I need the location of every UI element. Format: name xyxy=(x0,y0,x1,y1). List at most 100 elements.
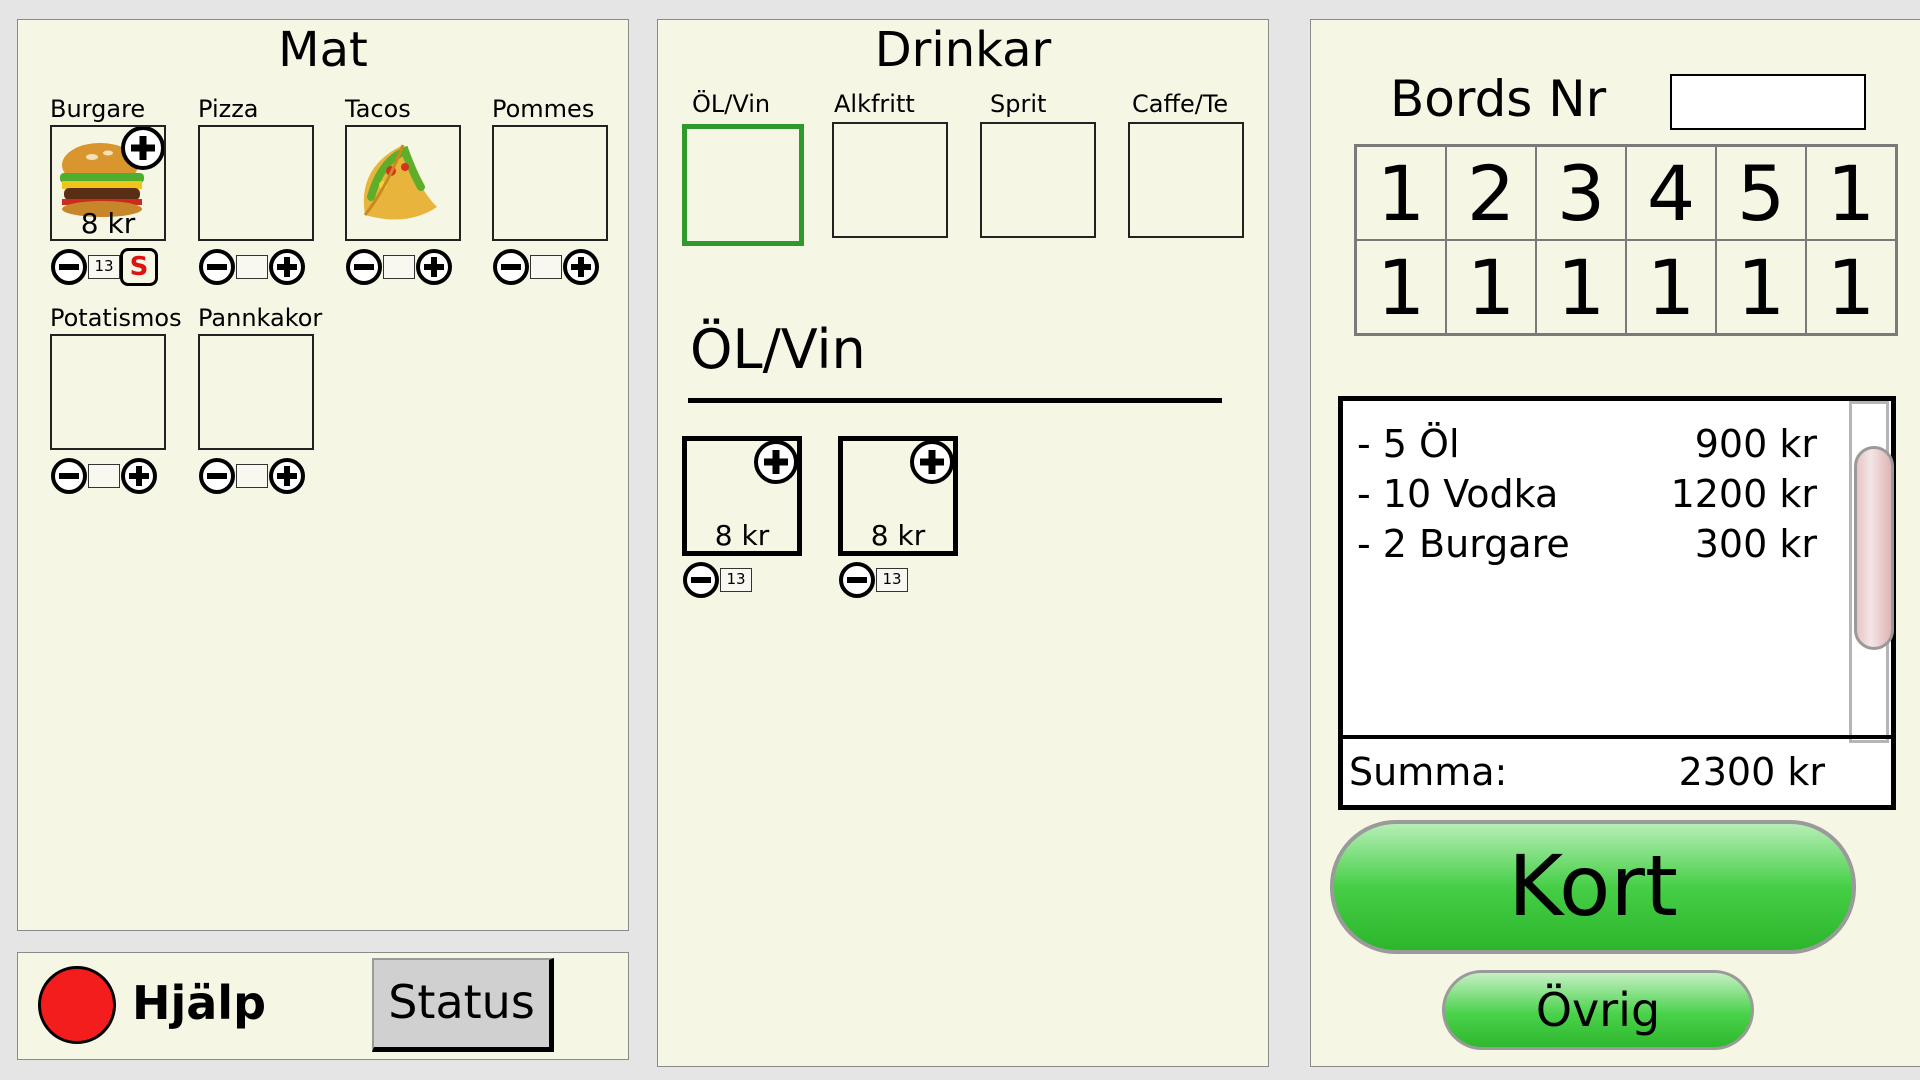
table-number-grid: 1 2 3 4 5 1 1 1 1 1 1 1 xyxy=(1354,144,1898,336)
category-button[interactable] xyxy=(980,122,1096,238)
food-item-burgare: Burgare 8 kr 13 S xyxy=(50,95,200,295)
table-number-button[interactable]: 4 xyxy=(1626,146,1716,240)
order-line-amount: 900 kr xyxy=(1694,422,1817,466)
food-item-button[interactable] xyxy=(198,334,314,450)
plus-circle-icon[interactable] xyxy=(268,457,306,495)
status-button[interactable]: Status xyxy=(372,958,554,1052)
quantity-field[interactable] xyxy=(236,464,268,488)
quantity-field[interactable]: 13 xyxy=(720,568,752,592)
food-title: Mat xyxy=(278,22,368,78)
quantity-field[interactable]: 13 xyxy=(876,568,908,592)
item-controls xyxy=(345,247,453,287)
drink-category-sprit: Sprit xyxy=(980,90,1130,250)
minus-circle-icon[interactable] xyxy=(50,457,88,495)
table-number-button[interactable]: 1 xyxy=(1446,240,1536,334)
food-item-pizza: Pizza xyxy=(198,95,348,295)
table-number-button[interactable]: 1 xyxy=(1716,240,1806,334)
item-label: Pizza xyxy=(198,95,259,123)
category-button[interactable] xyxy=(832,122,948,238)
plus-circle-icon[interactable] xyxy=(120,457,158,495)
table-number-button[interactable]: 1 xyxy=(1806,240,1896,334)
drink-item-button[interactable]: 8 kr xyxy=(838,436,958,556)
minus-circle-icon[interactable] xyxy=(198,248,236,286)
item-price: 8 kr xyxy=(714,519,770,552)
food-item-button[interactable] xyxy=(198,125,314,241)
table-number-button[interactable]: 1 xyxy=(1356,240,1446,334)
item-controls xyxy=(198,456,306,496)
quantity-field[interactable] xyxy=(236,255,268,279)
food-item-button[interactable] xyxy=(492,125,608,241)
minus-circle-icon[interactable] xyxy=(492,248,530,286)
plus-circle-icon[interactable] xyxy=(120,125,166,171)
order-line[interactable]: - 2 Burgare 300 kr xyxy=(1357,519,1817,569)
item-label: Pannkakor xyxy=(198,304,323,332)
category-button-selected[interactable] xyxy=(682,124,804,246)
drink-category-caffe-te: Caffe/Te xyxy=(1128,90,1278,250)
taco-image xyxy=(363,144,437,220)
order-scrollbar[interactable] xyxy=(1849,401,1894,743)
order-line-name: - 10 Vodka xyxy=(1357,472,1559,516)
total-label: Summa: xyxy=(1349,750,1508,794)
food-item-button[interactable]: 8 kr xyxy=(50,125,166,241)
order-total-row: Summa: 2300 kr xyxy=(1343,735,1891,805)
order-line-name: - 2 Burgare xyxy=(1357,522,1570,566)
total-value: 2300 kr xyxy=(1678,750,1825,794)
order-list: - 5 Öl 900 kr - 10 Vodka 1200 kr - 2 Bur… xyxy=(1338,396,1896,810)
item-label: Pommes xyxy=(492,95,595,123)
table-number-button[interactable]: 5 xyxy=(1716,146,1806,240)
drink-category-alkfritt: Alkfritt xyxy=(832,90,982,250)
table-number-label: Bords Nr xyxy=(1390,70,1607,128)
food-item-pannkakor: Pannkakor xyxy=(198,304,348,504)
help-indicator[interactable] xyxy=(38,966,116,1044)
table-number-button[interactable]: 1 xyxy=(1356,146,1446,240)
section-heading: ÖL/Vin xyxy=(690,318,866,381)
quantity-field[interactable] xyxy=(383,255,415,279)
minus-circle-icon[interactable] xyxy=(682,561,720,599)
drink-item-button[interactable]: 8 kr xyxy=(682,436,802,556)
food-item-pommes: Pommes xyxy=(492,95,642,295)
category-label: Alkfritt xyxy=(834,90,915,118)
order-line[interactable]: - 5 Öl 900 kr xyxy=(1357,419,1817,469)
order-lines: - 5 Öl 900 kr - 10 Vodka 1200 kr - 2 Bur… xyxy=(1357,419,1817,569)
other-payment-button[interactable]: Övrig xyxy=(1442,970,1754,1050)
order-line-amount: 300 kr xyxy=(1694,522,1817,566)
plus-circle-icon[interactable] xyxy=(415,248,453,286)
table-number-button[interactable]: 3 xyxy=(1536,146,1626,240)
table-number-button[interactable]: 2 xyxy=(1446,146,1536,240)
drink-category-ol-vin: ÖL/Vin xyxy=(682,90,832,250)
order-line-name: - 5 Öl xyxy=(1357,422,1460,466)
drinks-title: Drinkar xyxy=(874,22,1052,78)
minus-circle-icon[interactable] xyxy=(838,561,876,599)
food-item-tacos: Tacos xyxy=(345,95,495,295)
item-label: Potatismos xyxy=(50,304,182,332)
minus-circle-icon[interactable] xyxy=(198,457,236,495)
minus-circle-icon[interactable] xyxy=(50,248,88,286)
table-number-button[interactable]: 1 xyxy=(1806,146,1896,240)
minus-circle-icon[interactable] xyxy=(345,248,383,286)
plus-circle-icon[interactable] xyxy=(268,248,306,286)
food-item-potatismos: Potatismos xyxy=(50,304,200,504)
category-button[interactable] xyxy=(1128,122,1244,238)
help-label[interactable]: Hjälp xyxy=(132,976,266,1030)
food-item-button[interactable] xyxy=(50,334,166,450)
plus-circle-icon[interactable] xyxy=(909,439,955,485)
special-button[interactable]: S xyxy=(120,248,158,286)
category-label: ÖL/Vin xyxy=(692,90,771,118)
table-number-button[interactable]: 1 xyxy=(1536,240,1626,334)
item-controls xyxy=(50,456,158,496)
plus-circle-icon[interactable] xyxy=(562,248,600,286)
order-line[interactable]: - 10 Vodka 1200 kr xyxy=(1357,469,1817,519)
food-item-button[interactable] xyxy=(345,125,461,241)
section-divider xyxy=(688,398,1222,403)
table-number-input[interactable] xyxy=(1670,74,1866,130)
quantity-field[interactable] xyxy=(88,464,120,488)
card-payment-button[interactable]: Kort xyxy=(1330,820,1856,954)
category-label: Sprit xyxy=(990,90,1047,118)
item-price: 8 kr xyxy=(80,207,136,240)
quantity-field[interactable]: 13 xyxy=(88,255,120,279)
plus-circle-icon[interactable] xyxy=(753,439,799,485)
scrollbar-thumb[interactable] xyxy=(1854,446,1894,650)
order-line-amount: 1200 kr xyxy=(1670,472,1817,516)
quantity-field[interactable] xyxy=(530,255,562,279)
table-number-button[interactable]: 1 xyxy=(1626,240,1716,334)
